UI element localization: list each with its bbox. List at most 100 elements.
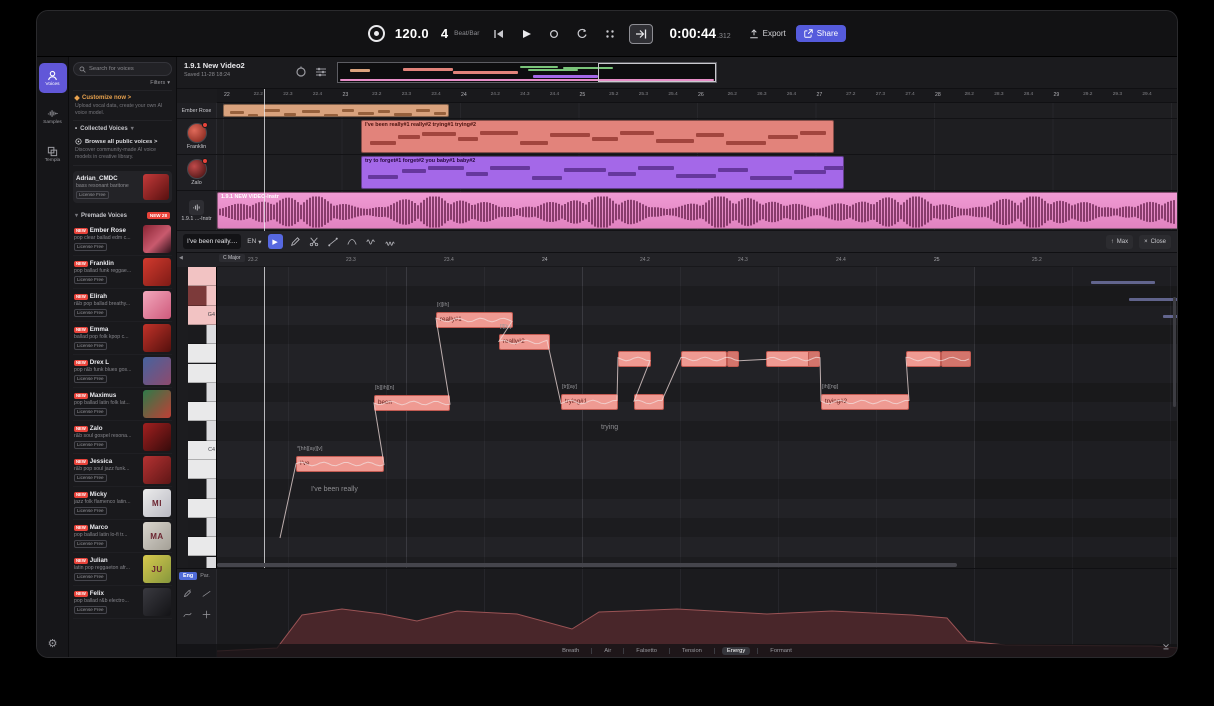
voice-row[interactable]: NEWFranklinpop ballad funk reggae...Lice… [73,256,172,289]
vertical-scrollbar[interactable] [1173,297,1176,407]
browse-public-voices[interactable]: Browse all public voices > Discover comm… [73,136,172,166]
rail-item-voices[interactable]: Voices [39,63,67,93]
playhead[interactable] [264,267,265,568]
piano-ruler[interactable]: 23.223.323.42424.224.324.42525.2 [217,253,1177,267]
close-editor-button[interactable]: ×Close [1139,235,1171,249]
draw-tool-icon[interactable] [183,585,192,603]
piano-key[interactable] [188,518,217,537]
clip-instrumental[interactable]: 1.9.1 NEW VIDEO-Instr [217,192,1178,229]
note[interactable] [618,351,651,367]
time-signature-value[interactable]: 4 [441,26,448,41]
loop-button[interactable] [573,25,591,43]
note[interactable] [808,351,820,367]
track-header-instrumental[interactable]: 1.9.1 ...-Instr [177,191,217,230]
piano-key[interactable]: C4 [188,441,217,460]
piano-key[interactable] [188,479,217,498]
premade-voices-header[interactable]: ▾ Premade Voices NEW 28 [73,208,172,223]
piano-key[interactable] [188,499,217,518]
note[interactable] [681,351,727,367]
piano-key[interactable] [188,460,217,479]
voice-row[interactable]: NEWMickyjazz folk flamenco latin...Licen… [73,487,172,520]
voice-row[interactable]: NEWZalor&b soul gospel resona...License … [73,421,172,454]
voice-row[interactable]: NEWElirahr&b pop ballad breathy...Licens… [73,289,172,322]
collected-voices-header[interactable]: • Collected Voices ▾ [73,121,172,136]
bpm-display[interactable]: 120.0 [395,26,429,41]
minimap-viewport[interactable] [598,63,716,82]
voice-row[interactable]: NEWMaximuspop ballad latin folk lat...Li… [73,388,172,421]
rail-item-samples[interactable]: Samples [39,101,67,131]
param-tab-breath[interactable]: Breath [557,647,584,655]
note[interactable]: I've [296,456,384,472]
eng-tab[interactable]: Eng [179,572,197,580]
pitch-curve-tool-icon[interactable] [346,235,359,248]
settings-gear-icon[interactable]: ⚙ [48,637,58,650]
piano-key[interactable] [188,344,217,363]
snap-grid-button[interactable] [601,25,619,43]
voice-row[interactable]: NEWJessicar&b pop soul jazz funk...Licen… [73,454,172,487]
preview-play-button[interactable]: ▶ [268,234,283,249]
scale-chip[interactable]: C Major [219,254,245,262]
piano-keys[interactable]: G4 C4 [177,267,217,568]
collected-voice-card[interactable]: Adrian_CMDC bass resonant baritone Licen… [73,171,172,203]
piano-key[interactable] [188,421,217,440]
rail-item-templates[interactable]: Templa [39,139,67,169]
piano-key[interactable] [188,325,217,344]
note[interactable] [941,351,971,367]
arrange-ruler[interactable]: 2222.222.322.42323.223.323.42424.224.324… [217,89,1177,103]
voice-row[interactable]: NEWEmber Rosepop clear ballad edm c...Li… [73,223,172,256]
share-button[interactable]: Share [796,25,846,42]
param-tab-air[interactable]: Air [599,647,616,655]
mixer-icon[interactable] [315,65,327,83]
piano-grid[interactable]: *[hh][ay][v]I've[b][ih][n]been[r][ih]rea… [217,267,1177,568]
piano-key[interactable] [188,286,217,305]
lyric-input[interactable]: I've been really.... [183,234,241,249]
clip-franklin[interactable]: I've been really#1 really#2 trying#1 try… [361,120,834,153]
pencil-tool-icon[interactable] [289,235,302,248]
note[interactable]: been [374,395,450,411]
sine-tool-icon[interactable] [365,235,378,248]
note[interactable]: trying#2 [821,394,909,410]
voice-row[interactable]: NEWFelixpop ballad r&b electro...License… [73,586,172,619]
reset-tool-icon[interactable] [202,606,211,624]
curve-tool-icon[interactable] [183,606,192,624]
arrangement-minimap[interactable] [337,62,717,83]
piano-key[interactable] [188,267,217,286]
track-header-ember[interactable]: Ember Rose [177,103,217,118]
piano-key[interactable] [188,557,217,569]
piano-key[interactable]: G4 [188,306,217,325]
collapse-keys-button[interactable]: ◀ [179,255,183,261]
language-select[interactable]: EN▾ [247,238,261,246]
scissors-tool-icon[interactable] [308,235,321,248]
filters-button[interactable]: Filters▾ [73,76,172,91]
par-tab[interactable]: Par. [200,573,210,579]
clip-zalo[interactable]: try to forget#1 forget#2 you baby#1 baby… [361,156,844,189]
voice-search-input[interactable]: Search for voices [73,62,172,76]
piano-key[interactable] [188,537,217,556]
collapse-params-icon[interactable] [1161,638,1171,656]
app-logo-icon[interactable] [368,25,385,42]
voice-row[interactable]: NEWJulianlatin pop reggaeton afr...Licen… [73,553,172,586]
param-tab-tension[interactable]: Tension [677,647,707,655]
note[interactable] [766,351,814,367]
skip-back-button[interactable] [489,25,507,43]
vibrato-tool-icon[interactable] [384,235,397,248]
customize-banner[interactable]: Customize now > Upload vocal data, creat… [73,91,172,121]
follow-playhead-button[interactable] [629,24,653,44]
piano-key[interactable] [188,402,217,421]
voice-row[interactable]: NEWEmmaballad pop folk kpop c...License … [73,322,172,355]
track-header-franklin[interactable]: Franklin [177,119,217,154]
loop-range-icon[interactable] [295,65,307,83]
note[interactable]: trying#1 [561,394,618,410]
param-tab-falsetto[interactable]: Falsetto [631,647,662,655]
note[interactable]: really#2 [499,334,550,350]
horizontal-scrollbar[interactable] [217,563,1177,567]
clip-ember-rose[interactable] [223,104,449,117]
param-tab-formant[interactable]: Formant [765,647,797,655]
note[interactable] [634,394,664,410]
param-tab-energy[interactable]: Energy [722,647,750,655]
project-title-block[interactable]: 1.9.1 New Video2 Saved 11-28 18:24 [184,61,245,78]
note[interactable] [906,351,941,367]
pitch-line-tool-icon[interactable] [327,235,340,248]
note[interactable] [727,351,739,367]
piano-key[interactable] [188,383,217,402]
